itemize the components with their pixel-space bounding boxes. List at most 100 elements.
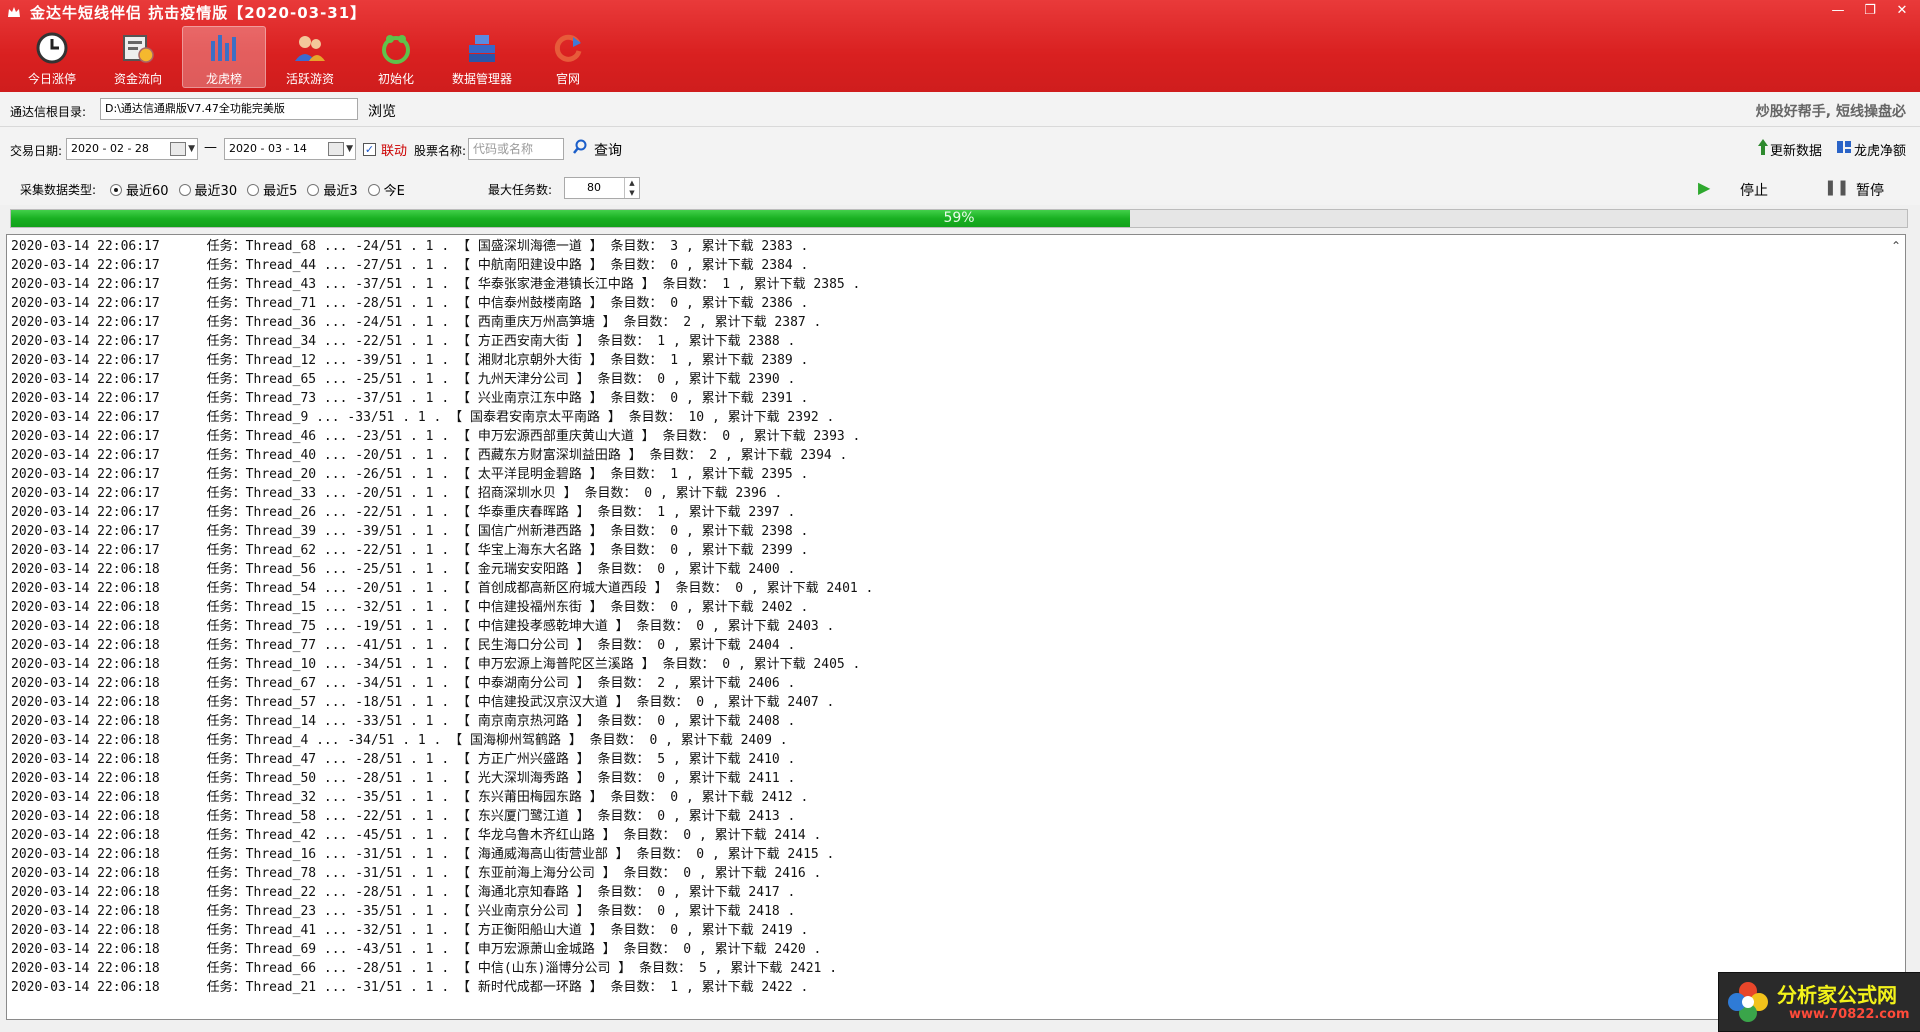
date-to-value: 2020 - 03 - 14 [229, 142, 307, 155]
radio-recent-60[interactable]: 最近60 [110, 180, 169, 199]
log-line: 2020-03-14 22:06:18 任务：Thread_21 ... -31… [11, 980, 809, 995]
log-line: 2020-03-14 22:06:18 任务：Thread_50 ... -28… [11, 771, 796, 786]
radio-today[interactable]: 今E [367, 180, 405, 199]
calendar-icon [170, 142, 187, 156]
tdx-dir-label: 通达信根目录: [10, 105, 87, 119]
tdx-dir-input[interactable]: D:\通达信通鼎版V7.47全功能完美版 [100, 98, 358, 120]
refresh-icon [550, 30, 586, 66]
log-line: 2020-03-14 22:06:18 任务：Thread_78 ... -31… [11, 866, 822, 881]
radio-recent-30[interactable]: 最近30 [178, 180, 237, 199]
download-progress-bar: 59% [10, 209, 1908, 228]
watermark-badge: 分析家公式网 www.70822.com [1718, 972, 1920, 1032]
collect-row: 采集数据类型: 最近60 最近30 最近5 最近3 今E 最大任务数: 80 ▲… [0, 171, 1920, 205]
log-line: 2020-03-14 22:06:18 任务：Thread_47 ... -28… [11, 752, 796, 767]
date-separator: — [204, 140, 217, 155]
log-line: 2020-03-14 22:06:18 任务：Thread_54 ... -20… [11, 581, 874, 596]
browse-button[interactable]: 浏览 [368, 101, 396, 121]
check-icon: ✓ [363, 143, 376, 156]
window-controls: — ❐ ✕ [1828, 2, 1912, 20]
filter-row: 交易日期: 2020 - 02 - 28 ▼ — 2020 - 03 - 14 … [0, 127, 1920, 171]
max-tasks-stepper[interactable]: 80 ▲ ▼ [564, 177, 640, 199]
collect-type-radios: 最近60 最近30 最近5 最近3 今E [110, 180, 415, 199]
radio-recent-3[interactable]: 最近3 [307, 180, 358, 199]
log-line: 2020-03-14 22:06:17 任务：Thread_73 ... -37… [11, 391, 809, 406]
minimize-icon[interactable]: — [1828, 2, 1848, 20]
update-data-icon[interactable] [1756, 138, 1770, 160]
log-output[interactable]: ⌃ 2020-03-14 22:06:17 任务：Thread_68 ... -… [6, 234, 1906, 1020]
log-line: 2020-03-14 22:06:18 任务：Thread_14 ... -33… [11, 714, 796, 729]
init-icon [378, 30, 414, 66]
log-line: 2020-03-14 22:06:18 任务：Thread_41 ... -32… [11, 923, 809, 938]
pause-icon[interactable]: ❚❚ [1824, 178, 1849, 196]
log-line: 2020-03-14 22:06:18 任务：Thread_57 ... -18… [11, 695, 835, 710]
scroll-up-icon[interactable]: ⌃ [1891, 239, 1901, 253]
pause-button[interactable]: 暂停 [1856, 180, 1884, 200]
watermark-title: 分析家公式网 [1777, 983, 1897, 1007]
query-button[interactable]: 查询 [594, 140, 622, 160]
flower-logo-icon [1725, 979, 1771, 1029]
toolbar-item-active-traders[interactable]: 活跃游资 [268, 26, 352, 88]
link-checkbox[interactable]: ✓ [363, 142, 376, 157]
log-line: 2020-03-14 22:06:18 任务：Thread_22 ... -28… [11, 885, 796, 900]
progress-percent: 59% [943, 210, 975, 226]
log-line: 2020-03-14 22:06:18 任务：Thread_4 ... -34/… [11, 733, 788, 748]
chevron-down-icon: ▼ [346, 144, 353, 154]
log-line: 2020-03-14 22:06:17 任务：Thread_71 ... -28… [11, 296, 809, 311]
app-logo-icon [6, 4, 22, 20]
watermark-url: www.70822.com [1789, 1007, 1910, 1022]
date-to-picker[interactable]: 2020 - 03 - 14 ▼ [224, 138, 356, 160]
toolbar-item-initialize[interactable]: 初始化 [354, 26, 438, 88]
log-line: 2020-03-14 22:06:17 任务：Thread_39 ... -39… [11, 524, 809, 539]
lhb-net-button[interactable]: 龙虎净额 [1854, 140, 1906, 159]
log-line: 2020-03-14 22:06:17 任务：Thread_20 ... -26… [11, 467, 809, 482]
stock-name-label: 股票名称: [414, 144, 467, 158]
main-toolbar: 今日涨停 资金流向 龙虎榜 活跃游资 初始化 数据管理器 官网 [10, 26, 612, 90]
update-data-button[interactable]: 更新数据 [1770, 140, 1822, 159]
money-flow-icon [120, 30, 156, 66]
toolbar-item-today-limit-up[interactable]: 今日涨停 [10, 26, 94, 88]
log-line: 2020-03-14 22:06:17 任务：Thread_9 ... -33/… [11, 410, 835, 425]
max-tasks-label: 最大任务数: [488, 183, 553, 197]
log-line: 2020-03-14 22:06:18 任务：Thread_66 ... -28… [11, 961, 838, 976]
log-line: 2020-03-14 22:06:17 任务：Thread_62 ... -22… [11, 543, 809, 558]
search-icon[interactable] [572, 139, 588, 159]
stepper-arrows-icon[interactable]: ▲ ▼ [624, 178, 639, 198]
restore-icon[interactable]: ❐ [1860, 2, 1880, 20]
collect-type-label: 采集数据类型: [20, 183, 97, 197]
toolbar-label: 活跃游资 [285, 72, 334, 86]
log-line: 2020-03-14 22:06:18 任务：Thread_77 ... -41… [11, 638, 796, 653]
lhb-net-icon[interactable] [1836, 139, 1852, 159]
toolbar-item-fund-flow[interactable]: 资金流向 [96, 26, 180, 88]
log-line: 2020-03-14 22:06:18 任务：Thread_16 ... -31… [11, 847, 835, 862]
log-line: 2020-03-14 22:06:17 任务：Thread_34 ... -22… [11, 334, 796, 349]
radio-recent-5[interactable]: 最近5 [247, 180, 297, 199]
log-line: 2020-03-14 22:06:17 任务：Thread_40 ... -20… [11, 448, 848, 463]
stock-search-input[interactable]: 代码或名称 [468, 138, 564, 160]
close-icon[interactable]: ✕ [1892, 2, 1912, 20]
toolbar-item-website[interactable]: 官网 [526, 26, 610, 88]
log-line: 2020-03-14 22:06:18 任务：Thread_32 ... -35… [11, 790, 809, 805]
bar-chart-icon [206, 30, 242, 66]
date-from-picker[interactable]: 2020 - 02 - 28 ▼ [66, 138, 198, 160]
log-line: 2020-03-14 22:06:17 任务：Thread_44 ... -27… [11, 258, 809, 273]
log-line: 2020-03-14 22:06:18 任务：Thread_75 ... -19… [11, 619, 835, 634]
toolbar-label: 数据管理器 [451, 72, 512, 86]
trade-date-label: 交易日期: [10, 144, 63, 158]
toolbar-item-data-manager[interactable]: 数据管理器 [440, 26, 524, 88]
toolbar-label: 今日涨停 [27, 72, 76, 86]
toolbar-item-dragon-tiger[interactable]: 龙虎榜 [182, 26, 266, 88]
max-tasks-value: 80 [587, 181, 601, 194]
toolbar-label: 资金流向 [113, 72, 162, 86]
chevron-down-icon: ▼ [188, 144, 195, 154]
play-icon[interactable]: ▶ [1698, 178, 1710, 197]
log-line: 2020-03-14 22:06:17 任务：Thread_36 ... -24… [11, 315, 822, 330]
log-line: 2020-03-14 22:06:17 任务：Thread_43 ... -37… [11, 277, 861, 292]
stop-button[interactable]: 停止 [1740, 180, 1768, 200]
calendar-icon [328, 142, 345, 156]
log-line: 2020-03-14 22:06:17 任务：Thread_12 ... -39… [11, 353, 809, 368]
log-line: 2020-03-14 22:06:18 任务：Thread_23 ... -35… [11, 904, 796, 919]
log-line: 2020-03-14 22:06:17 任务：Thread_65 ... -25… [11, 372, 796, 387]
log-line: 2020-03-14 22:06:18 任务：Thread_15 ... -32… [11, 600, 809, 615]
log-line: 2020-03-14 22:06:18 任务：Thread_10 ... -34… [11, 657, 861, 672]
log-line: 2020-03-14 22:06:17 任务：Thread_68 ... -24… [11, 239, 809, 254]
